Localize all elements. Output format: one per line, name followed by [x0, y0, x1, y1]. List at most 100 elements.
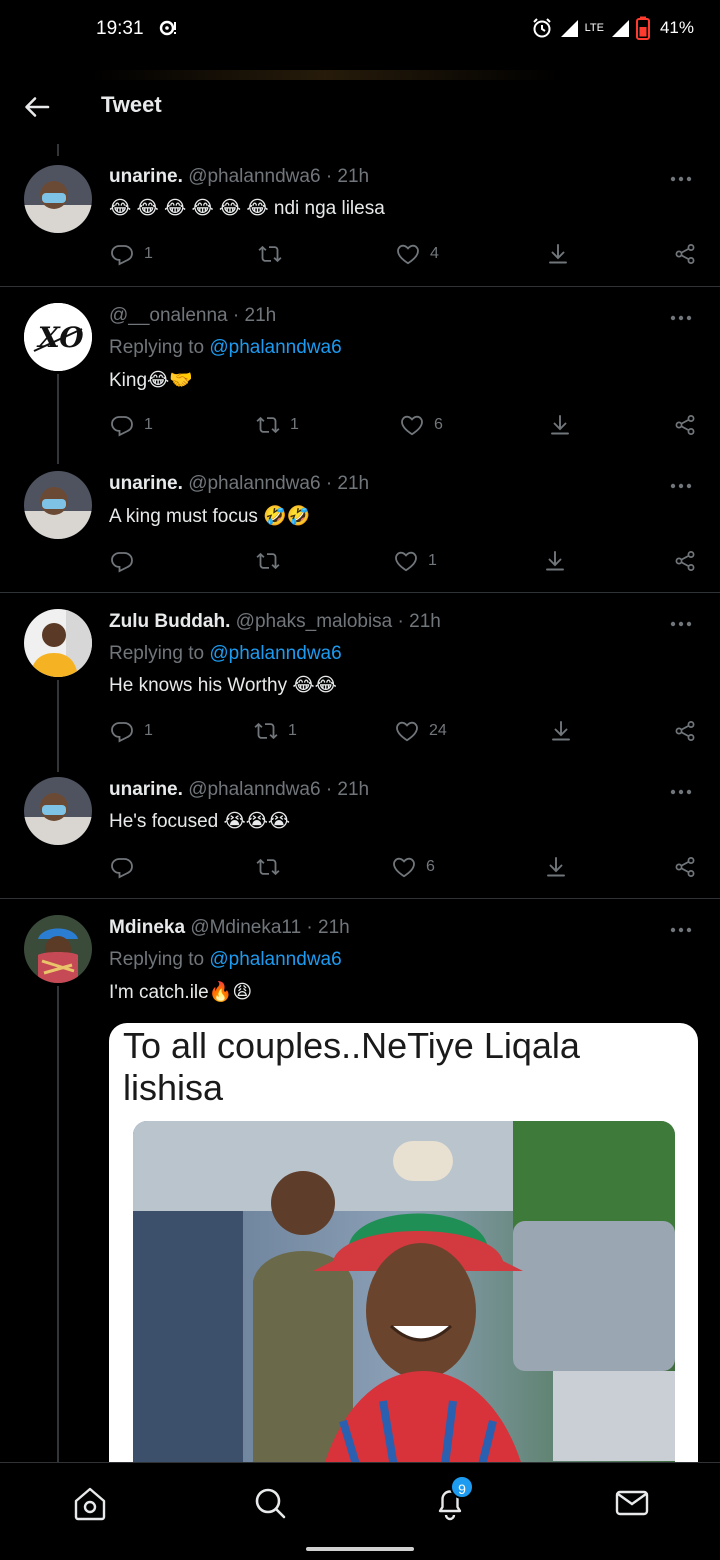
reply-tweet[interactable]: XO @__onalenna · 21h Replying to @phalan… [0, 287, 720, 453]
avatar[interactable]: XO [24, 303, 92, 371]
separator: · [306, 917, 313, 938]
reply-tweet[interactable]: Zulu Buddah. @phaks_malobisa · 21h Reply… [0, 593, 720, 759]
reply-tweet[interactable]: unarine. @phalanndwa6 · 21h A king must … [0, 454, 720, 593]
user-handle[interactable]: @phalanndwa6 [188, 166, 320, 187]
more-icon[interactable] [670, 621, 692, 627]
retweet-count: 1 [290, 416, 299, 433]
back-arrow-icon[interactable] [22, 92, 52, 122]
tweet-text: 😂 😂 😂 😂 😂 😂 ndi nga lilesa [109, 198, 385, 219]
status-time: 19:31 [96, 18, 144, 39]
user-handle[interactable]: @phaks_malobisa [236, 611, 393, 632]
reply-icon [110, 242, 134, 266]
more-icon[interactable] [670, 927, 692, 933]
reply-icon [110, 413, 134, 437]
user-handle[interactable]: @Mdineka11 [190, 917, 301, 938]
like-button[interactable]: 6 [400, 413, 443, 437]
replying-label: Replying to [109, 643, 205, 664]
avatar[interactable] [24, 609, 92, 677]
status-icons: LTE 41% [531, 16, 694, 40]
reply-count: 1 [144, 722, 153, 739]
display-name[interactable]: unarine. [109, 166, 183, 187]
tweet-header: Mdineka @Mdineka11 · 21h [109, 917, 350, 939]
timestamp[interactable]: 21h [337, 779, 369, 800]
reply-button[interactable]: 1 [110, 413, 153, 437]
retweet-count: 1 [288, 722, 297, 739]
avatar[interactable] [24, 915, 92, 983]
timestamp[interactable]: 21h [337, 473, 369, 494]
avatar[interactable] [24, 165, 92, 233]
like-button[interactable]: 4 [396, 242, 439, 266]
tweet-header: @__onalenna · 21h [109, 305, 276, 327]
replying-to: Replying to @phalanndwa6 [109, 949, 342, 971]
avatar[interactable] [24, 777, 92, 845]
retweet-icon [256, 413, 280, 437]
share-button[interactable] [673, 549, 697, 573]
media-card[interactable]: To all couples..NeTiye Liqala lishisa [109, 1023, 698, 1462]
display-name[interactable]: Mdineka [109, 917, 185, 938]
retweet-icon [256, 855, 280, 879]
download-icon [549, 719, 573, 743]
tweet-text: King😂🤝 [109, 370, 193, 391]
like-icon [395, 719, 419, 743]
reply-button[interactable] [110, 855, 144, 879]
user-handle[interactable]: @phalanndwa6 [188, 473, 320, 494]
share-button[interactable] [673, 413, 697, 437]
retweet-button[interactable]: 1 [256, 413, 299, 437]
reply-button[interactable]: 1 [110, 242, 153, 266]
mention-link[interactable]: @phalanndwa6 [209, 643, 341, 664]
avatar[interactable] [24, 471, 92, 539]
user-handle[interactable]: @phalanndwa6 [188, 779, 320, 800]
share-button[interactable] [673, 719, 697, 743]
tweet-header: unarine. @phalanndwa6 · 21h [109, 473, 369, 495]
timestamp[interactable]: 21h [337, 166, 369, 187]
replies-feed[interactable]: unarine. @phalanndwa6 · 21h 😂 😂 😂 😂 😂 😂 … [0, 140, 720, 1462]
timestamp[interactable]: 21h [245, 305, 277, 326]
home-icon[interactable] [70, 1483, 110, 1523]
battery-icon [635, 16, 650, 40]
svg-text:XO: XO [36, 321, 84, 354]
gesture-bar[interactable] [306, 1547, 414, 1551]
share-button[interactable] [673, 242, 697, 266]
like-button[interactable]: 24 [395, 719, 447, 743]
download-button[interactable] [546, 242, 570, 266]
download-button[interactable] [549, 719, 573, 743]
display-name[interactable]: unarine. [109, 473, 183, 494]
mail-icon[interactable] [612, 1483, 652, 1523]
download-icon [546, 242, 570, 266]
more-icon[interactable] [670, 176, 692, 182]
card-photo[interactable] [133, 1121, 675, 1462]
display-name[interactable]: Zulu Buddah. [109, 611, 230, 632]
display-name[interactable]: unarine. [109, 779, 183, 800]
more-icon[interactable] [670, 315, 692, 321]
timestamp[interactable]: 21h [318, 917, 350, 938]
tweet-text: I'm catch.ile🔥😩 [109, 982, 253, 1003]
page-title: Tweet [101, 92, 162, 117]
share-icon [673, 549, 697, 573]
reply-button[interactable] [110, 549, 144, 573]
mention-link[interactable]: @phalanndwa6 [209, 337, 341, 358]
search-icon[interactable] [250, 1483, 290, 1523]
more-icon[interactable] [670, 483, 692, 489]
retweet-button[interactable] [258, 242, 292, 266]
signal-icon [560, 20, 578, 37]
retweet-button[interactable] [256, 855, 290, 879]
download-button[interactable] [548, 413, 572, 437]
retweet-button[interactable] [256, 549, 290, 573]
mention-link[interactable]: @phalanndwa6 [209, 949, 341, 970]
download-button[interactable] [543, 549, 567, 573]
reply-button[interactable]: 1 [110, 719, 153, 743]
like-button[interactable]: 6 [392, 855, 435, 879]
download-button[interactable] [544, 855, 568, 879]
like-count: 4 [430, 245, 439, 262]
timestamp[interactable]: 21h [409, 611, 441, 632]
share-icon [673, 855, 697, 879]
notifications-badge: 9 [450, 1475, 474, 1499]
retweet-button[interactable]: 1 [254, 719, 297, 743]
like-button[interactable]: 1 [394, 549, 437, 573]
user-handle[interactable]: @__onalenna [109, 305, 228, 326]
more-icon[interactable] [670, 789, 692, 795]
share-button[interactable] [673, 855, 697, 879]
reply-tweet[interactable]: unarine. @phalanndwa6 · 21h 😂 😂 😂 😂 😂 😂 … [0, 140, 720, 286]
download-icon [548, 413, 572, 437]
reply-tweet[interactable]: unarine. @phalanndwa6 · 21h He's focused… [0, 760, 720, 899]
